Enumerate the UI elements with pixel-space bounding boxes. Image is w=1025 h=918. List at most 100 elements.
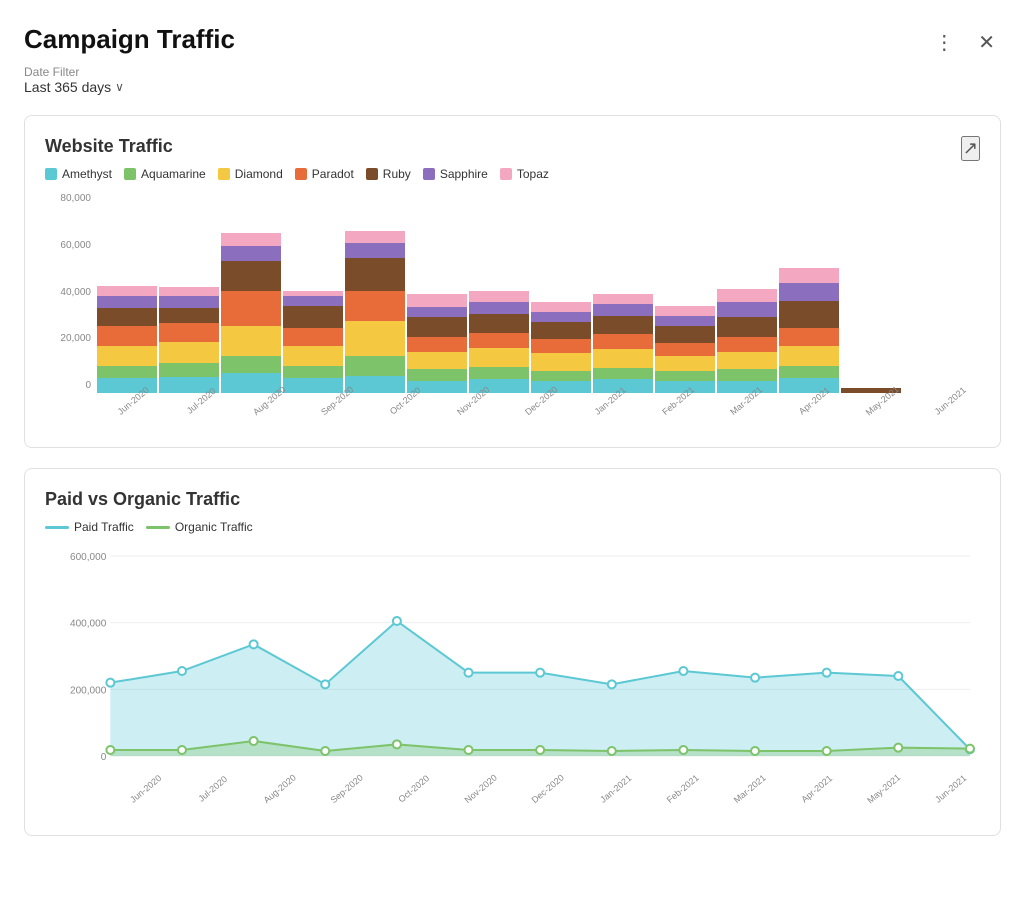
bar-segment bbox=[469, 367, 529, 380]
close-button[interactable]: ✕ bbox=[972, 28, 1001, 57]
legend-label: Topaz bbox=[517, 167, 549, 181]
organic-traffic-dot bbox=[679, 746, 687, 754]
chevron-down-icon: ∨ bbox=[115, 80, 124, 94]
bar-segment bbox=[655, 371, 715, 381]
organic-traffic-dot bbox=[393, 740, 401, 748]
organic-traffic-dot bbox=[464, 746, 472, 754]
bar-segment bbox=[97, 366, 157, 379]
bar-segment bbox=[97, 308, 157, 326]
bar-segment bbox=[407, 317, 467, 337]
bar-segment bbox=[283, 306, 343, 329]
bar-segment bbox=[717, 317, 777, 337]
header-actions: ⋮ ✕ bbox=[928, 28, 1001, 57]
paid-traffic-dot bbox=[106, 679, 114, 687]
legend-item: Aquamarine bbox=[124, 167, 206, 181]
legend-item: Ruby bbox=[366, 167, 411, 181]
expand-button[interactable]: ↗ bbox=[961, 136, 980, 161]
website-traffic-legend: AmethystAquamarineDiamondParadotRubySapp… bbox=[45, 167, 980, 181]
bar-segment bbox=[655, 343, 715, 356]
bar-segment bbox=[159, 323, 219, 342]
y-axis-label: 20,000 bbox=[45, 333, 97, 344]
y-axis-label: 200,000 bbox=[70, 685, 107, 696]
bar-group bbox=[469, 291, 529, 394]
legend-color bbox=[295, 168, 307, 180]
bar-segment bbox=[407, 294, 467, 307]
bar-segment bbox=[531, 312, 591, 322]
bar-segment bbox=[159, 308, 219, 323]
bar-segment bbox=[779, 328, 839, 346]
bar-segment bbox=[531, 339, 591, 353]
bar-segment bbox=[283, 346, 343, 366]
organic-traffic-dot bbox=[751, 747, 759, 755]
y-axis-label: 0 bbox=[45, 380, 97, 391]
bar-segment bbox=[97, 296, 157, 309]
legend-item: Diamond bbox=[218, 167, 283, 181]
y-axis-label: 400,000 bbox=[70, 619, 107, 630]
bar-segment bbox=[593, 368, 653, 379]
bar-segment bbox=[717, 337, 777, 352]
legend-item: Organic Traffic bbox=[146, 520, 253, 534]
legend-label: Amethyst bbox=[62, 167, 112, 181]
bar-segment bbox=[655, 306, 715, 316]
paid-traffic-dot bbox=[178, 667, 186, 675]
bar-segment bbox=[469, 314, 529, 333]
bar-segment bbox=[97, 326, 157, 346]
bar-segment bbox=[779, 366, 839, 379]
bar-segment bbox=[283, 296, 343, 306]
bar-segment bbox=[593, 334, 653, 349]
bar-group bbox=[593, 294, 653, 393]
bar-segment bbox=[717, 302, 777, 317]
paid-traffic-dot bbox=[679, 667, 687, 675]
legend-item: Topaz bbox=[500, 167, 549, 181]
legend-label: Diamond bbox=[235, 167, 283, 181]
bar-segment bbox=[345, 321, 405, 356]
y-axis-label: 60,000 bbox=[45, 240, 97, 251]
bar-group bbox=[159, 287, 219, 393]
bar-segment bbox=[469, 291, 529, 302]
bar-segment bbox=[345, 258, 405, 291]
page: Campaign Traffic ⋮ ✕ Date Filter Last 36… bbox=[0, 0, 1025, 872]
bar-chart-y-axis: 020,00040,00060,00080,000 bbox=[45, 193, 97, 393]
date-filter-dropdown[interactable]: Last 365 days ∨ bbox=[24, 79, 1001, 95]
legend-color bbox=[218, 168, 230, 180]
bar-segment bbox=[655, 316, 715, 326]
bar-segment bbox=[593, 349, 653, 368]
legend-color bbox=[423, 168, 435, 180]
y-axis-label: 40,000 bbox=[45, 287, 97, 298]
bar-segment bbox=[159, 363, 219, 377]
bar-segment bbox=[469, 348, 529, 367]
date-filter-label: Date Filter bbox=[24, 65, 1001, 79]
bar-chart-bars bbox=[97, 193, 980, 393]
bar-segment bbox=[221, 246, 281, 261]
bar-chart-x-labels: Jun-2020Jul-2020Aug-2020Sep-2020Oct-2020… bbox=[97, 393, 980, 437]
y-axis-label: 600,000 bbox=[70, 552, 107, 563]
paid-traffic-dot bbox=[608, 680, 616, 688]
y-axis-label: 0 bbox=[101, 752, 107, 763]
date-filter-value: Last 365 days bbox=[24, 79, 111, 95]
organic-traffic-dot bbox=[321, 747, 329, 755]
bar-segment bbox=[159, 342, 219, 363]
bar-segment bbox=[655, 326, 715, 344]
paid-organic-chart: 0200,000400,000600,000 Jun-2020Jul-2020A… bbox=[45, 546, 980, 825]
paid-traffic-dot bbox=[250, 640, 258, 648]
bar-segment bbox=[221, 261, 281, 291]
close-icon: ✕ bbox=[978, 32, 995, 54]
more-options-button[interactable]: ⋮ bbox=[928, 28, 960, 57]
bar-group bbox=[345, 231, 405, 394]
paid-traffic-dot bbox=[536, 669, 544, 677]
bar-segment bbox=[717, 352, 777, 370]
bar-segment bbox=[221, 291, 281, 326]
legend-item: Amethyst bbox=[45, 167, 112, 181]
date-filter: Date Filter Last 365 days ∨ bbox=[24, 65, 1001, 95]
bar-group bbox=[97, 286, 157, 394]
legend-label: Organic Traffic bbox=[175, 520, 253, 534]
line-chart-svg: 0 200,000 400,000 600,000 bbox=[45, 546, 980, 776]
bar-group bbox=[779, 268, 839, 393]
legend-label: Paradot bbox=[312, 167, 354, 181]
organic-traffic-dot bbox=[823, 747, 831, 755]
organic-traffic-dot bbox=[966, 745, 974, 753]
bar-segment bbox=[159, 287, 219, 296]
bar-segment bbox=[779, 283, 839, 301]
bar-group bbox=[407, 294, 467, 393]
bar-segment bbox=[779, 268, 839, 283]
